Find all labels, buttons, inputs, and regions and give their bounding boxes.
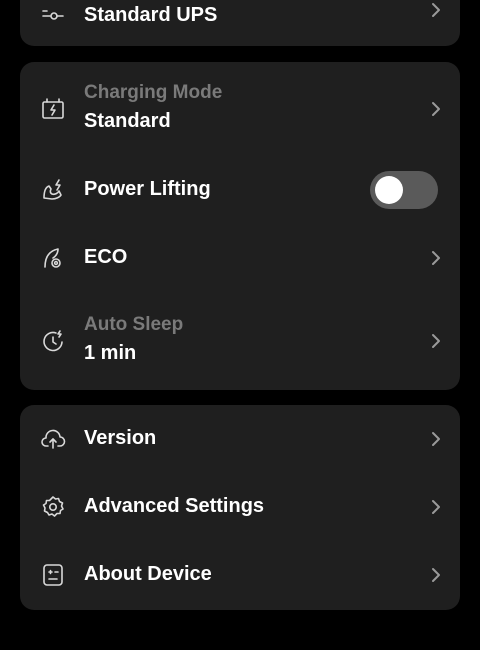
advanced-settings-row[interactable]: Advanced Settings xyxy=(20,477,460,537)
chevron-right-icon xyxy=(430,2,442,18)
ups-mode-icon xyxy=(40,3,66,29)
power-lifting-text: Power Lifting xyxy=(84,178,211,201)
version-text: Version xyxy=(84,427,156,450)
chevron-right-icon xyxy=(430,101,442,117)
chevron-right-icon xyxy=(430,333,442,349)
power-lifting-label: Power Lifting xyxy=(84,178,211,200)
ups-mode-card: Standard UPS xyxy=(20,0,460,46)
eco-label: ECO xyxy=(84,246,128,268)
about-device-label: About Device xyxy=(84,563,212,585)
eco-row[interactable]: ECO xyxy=(20,228,460,288)
chevron-right-icon xyxy=(430,499,442,515)
version-row[interactable]: Version xyxy=(20,409,460,469)
charging-mode-text: Charging Mode Standard xyxy=(84,82,222,133)
device-info-icon xyxy=(40,562,66,588)
charging-mode-value: Standard xyxy=(84,110,171,132)
gear-icon xyxy=(40,494,66,520)
auto-sleep-label: Auto Sleep xyxy=(84,314,184,335)
power-lifting-row: Power Lifting xyxy=(20,160,460,220)
auto-sleep-text: Auto Sleep 1 min xyxy=(84,314,183,365)
eco-leaf-icon xyxy=(40,245,66,271)
chevron-right-icon xyxy=(430,567,442,583)
cloud-upload-icon xyxy=(40,426,66,452)
charging-mode-label: Charging Mode xyxy=(84,82,223,103)
ups-mode-row[interactable]: Standard UPS xyxy=(20,0,460,38)
ups-mode-value: Standard UPS xyxy=(84,4,218,26)
auto-sleep-row[interactable]: Auto Sleep 1 min xyxy=(20,308,460,374)
eco-text: ECO xyxy=(84,246,127,269)
auto-sleep-icon xyxy=(40,328,66,354)
power-lifting-icon xyxy=(40,177,66,203)
about-device-row[interactable]: About Device xyxy=(20,545,460,605)
advanced-settings-label: Advanced Settings xyxy=(84,495,265,517)
battery-charging-icon xyxy=(40,96,66,122)
power-settings-card: Charging Mode Standard Power Lifting ECO… xyxy=(20,62,460,390)
about-device-text: About Device xyxy=(84,563,212,586)
chevron-right-icon xyxy=(430,431,442,447)
version-label: Version xyxy=(84,427,157,449)
power-lifting-toggle[interactable] xyxy=(370,171,438,209)
system-settings-card: Version Advanced Settings About Device xyxy=(20,405,460,610)
chevron-right-icon xyxy=(430,250,442,266)
ups-mode-text: Standard UPS xyxy=(84,4,217,27)
auto-sleep-value: 1 min xyxy=(84,342,137,364)
toggle-knob xyxy=(375,176,403,204)
advanced-settings-text: Advanced Settings xyxy=(84,495,264,518)
charging-mode-row[interactable]: Charging Mode Standard xyxy=(20,76,460,142)
